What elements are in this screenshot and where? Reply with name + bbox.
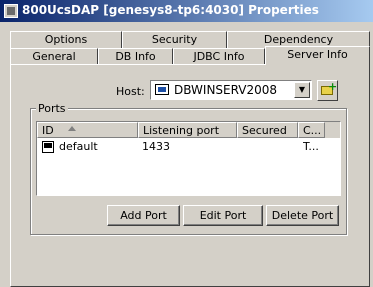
column-id-label: ID — [42, 124, 54, 137]
tab-server-info[interactable]: Server Info — [265, 46, 370, 65]
port-icon — [42, 141, 54, 153]
column-header-id[interactable]: ID — [37, 122, 138, 138]
tab-general[interactable]: General — [10, 48, 98, 65]
host-label: Host: — [116, 85, 145, 98]
title-bar[interactable]: 800UcsDAP [genesys8-tp6:4030] Properties — [0, 0, 373, 22]
browse-host-button[interactable]: + — [317, 80, 338, 101]
tab-security[interactable]: Security — [122, 31, 227, 48]
sort-ascending-icon — [68, 126, 76, 131]
port-c-cell: T... — [303, 140, 319, 153]
column-header-listening-port[interactable]: Listening port — [138, 122, 237, 138]
port-number-cell: 1433 — [142, 140, 170, 153]
list-header: ID Listening port Secured C... — [37, 122, 340, 138]
port-id-cell: default — [59, 140, 98, 153]
tab-options[interactable]: Options — [10, 31, 122, 48]
window-title: 800UcsDAP [genesys8-tp6:4030] Properties — [22, 3, 319, 17]
tab-db-info[interactable]: DB Info — [98, 48, 173, 65]
app-icon[interactable] — [4, 4, 18, 18]
tab-jdbc-info[interactable]: JDBC Info — [173, 48, 265, 65]
delete-port-button[interactable]: Delete Port — [266, 205, 339, 226]
host-value: DBWINSERV2008 — [174, 83, 278, 97]
column-header-secured[interactable]: Secured — [237, 122, 298, 138]
chevron-down-icon[interactable]: ▼ — [294, 82, 310, 98]
edit-port-button[interactable]: Edit Port — [183, 205, 263, 226]
ports-list[interactable]: ID Listening port Secured C... default 1… — [36, 121, 341, 196]
ports-legend: Ports — [36, 102, 68, 115]
add-icon: + — [328, 80, 338, 93]
host-select[interactable]: DBWINSERV2008 ▼ — [150, 80, 312, 100]
table-row[interactable]: default 1433 T... — [37, 139, 340, 155]
computer-icon — [155, 84, 169, 95]
column-header-c[interactable]: C... — [298, 122, 325, 138]
add-port-button[interactable]: Add Port — [107, 205, 180, 226]
